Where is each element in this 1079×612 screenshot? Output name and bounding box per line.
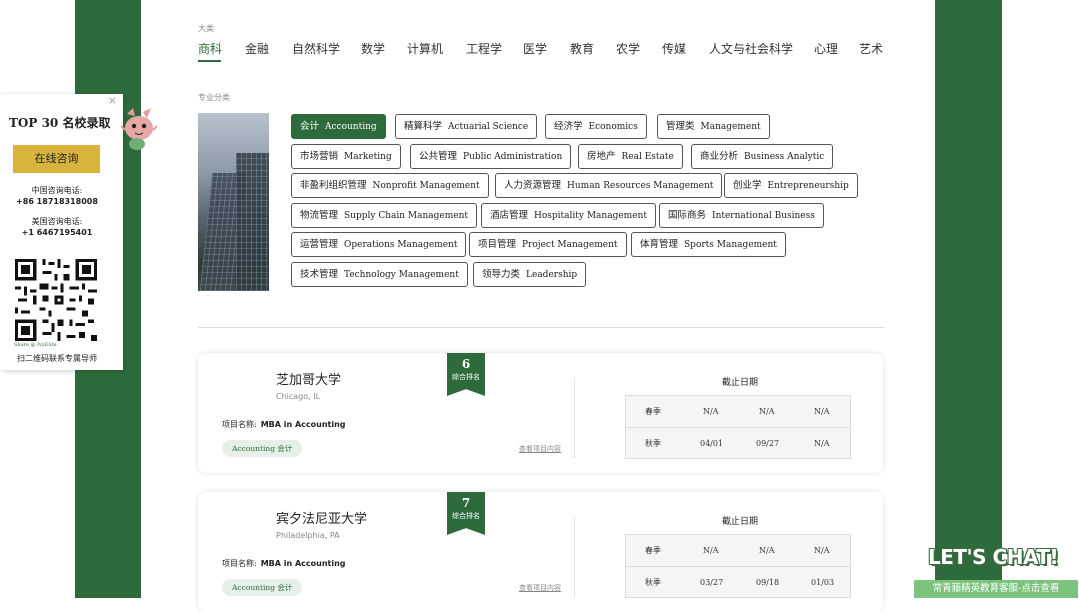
category-tab-finance[interactable]: 金融 — [245, 40, 269, 57]
rank-ribbon: 6 综合排名 — [447, 353, 485, 396]
major-chip-international-business[interactable]: 国际商务 International Business — [659, 203, 824, 228]
deadline-title: 截止日期 — [722, 378, 759, 388]
deadline-row-fall: 秋季 04/01 09/27 N/A — [626, 427, 850, 459]
program-name: 项目名称: MBA in Accounting — [222, 559, 346, 568]
category-tab-computer[interactable]: 计算机 — [407, 40, 443, 57]
major-chip-project-management[interactable]: 项目管理 Project Management — [469, 232, 627, 257]
right-green-band — [935, 0, 1002, 598]
deadline-row-spring: 春季 N/A N/A N/A — [645, 546, 830, 555]
category-tab-medicine[interactable]: 医学 — [523, 40, 547, 57]
deadline-table: 春季 N/A N/A N/A 秋季 03/27 09/18 01/03 — [625, 534, 851, 598]
major-chip-economics[interactable]: 经济学 Economics — [545, 114, 647, 139]
mascot-icon — [121, 108, 157, 150]
category-tab-education[interactable]: 教育 — [570, 40, 594, 57]
major-chip-leadership[interactable]: 领导力类 Leadership — [473, 262, 587, 287]
deadline-row-spring: 春季 N/A N/A N/A — [645, 407, 830, 416]
section-divider — [198, 327, 885, 328]
category-tab-natural-science[interactable]: 自然科学 — [292, 40, 340, 57]
major-chip-entrepreneurship[interactable]: 创业学 Entrepreneurship — [724, 173, 858, 198]
major-chip-nonprofit-management[interactable]: 非盈利组织管理 Nonprofit Management — [291, 173, 489, 198]
university-name[interactable]: 芝加哥大学 — [276, 369, 341, 388]
qr-watermark: Share @ IvyElite — [14, 342, 57, 348]
us-phone-number: +1 6467195401 — [21, 228, 93, 237]
major-chip-marketing[interactable]: 市场营销 Marketing — [291, 144, 401, 169]
major-tag: Accounting 会计 — [222, 579, 303, 596]
major-chip-public-administration[interactable]: 公共管理 Public Administration — [410, 144, 572, 169]
major-chip-actuarial-science[interactable]: 精算科学 Actuarial Science — [395, 114, 538, 139]
major-chip-hospitality[interactable]: 酒店管理 Hospitality Management — [481, 203, 656, 228]
category-tab-agriculture[interactable]: 农学 — [616, 40, 640, 57]
major-chip-business-analytic[interactable]: 商业分析 Business Analytic — [691, 144, 834, 169]
major-chip-management[interactable]: 管理类 Management — [657, 114, 770, 139]
card-divider — [574, 517, 575, 597]
major-chip-technology-management[interactable]: 技术管理 Technology Management — [291, 262, 468, 287]
major-chip-sports-management[interactable]: 体育管理 Sports Management — [631, 232, 786, 257]
category-tab-engineering[interactable]: 工程学 — [466, 40, 502, 57]
school-card: 宾夕法尼亚大学 Philadelphia, PA 项目名称: MBA in Acc… — [198, 492, 883, 612]
qr-caption-text: 扫二维码联系专属导师 — [17, 354, 97, 363]
rank-number: 6 — [461, 357, 471, 371]
major-chip-accounting[interactable]: 会计 Accounting — [291, 114, 386, 139]
category-tab-psychology[interactable]: 心理 — [814, 40, 838, 57]
program-name: 项目名称: MBA in Accounting — [222, 420, 346, 429]
panel-title: TOP 30 名校录取 — [9, 116, 111, 130]
category-tab-media[interactable]: 传媒 — [662, 40, 686, 57]
view-program-link[interactable]: 查看项目内容 — [519, 444, 561, 454]
cn-phone-number: +86 18718318008 — [16, 197, 98, 206]
major-chip-supply-chain[interactable]: 物流管理 Supply Chain Management — [291, 203, 478, 228]
category-tab-humanities[interactable]: 人文与社会科学 — [709, 40, 793, 57]
major-chip-human-resources[interactable]: 人力资源管理 Human Resources Management — [495, 173, 723, 198]
deadline-row-fall: 秋季 03/27 09/18 01/03 — [626, 566, 850, 598]
business-building-image — [198, 113, 269, 291]
rank-ribbon: 7 综合排名 — [447, 492, 485, 535]
consultation-panel: × TOP 30 名校录取 在线咨询 中国咨询电话: +86 187183180… — [0, 94, 123, 370]
deadline-table: 春季 N/A N/A N/A 秋季 04/01 09/27 N/A — [625, 395, 851, 459]
qr-code-icon — [12, 256, 100, 344]
rank-number: 7 — [461, 496, 471, 510]
deadline-title: 截止日期 — [722, 517, 759, 527]
view-program-link[interactable]: 查看项目内容 — [519, 583, 561, 593]
category-nav: 商科 金融 自然科学 数学 计算机 工程学 医学 教育 农学 传媒 人文与社会科… — [198, 40, 888, 64]
major-chip-real-estate[interactable]: 房地产 Real Estate — [578, 144, 683, 169]
university-location: Chicago, IL — [276, 392, 321, 401]
category-tab-math[interactable]: 数学 — [361, 40, 385, 57]
customer-service-bar[interactable]: 常青藤精英教育客服-点击查看 — [914, 580, 1078, 598]
close-icon[interactable]: × — [108, 94, 117, 107]
major-chip-operations[interactable]: 运营管理 Operations Management — [291, 232, 467, 257]
rank-label: 综合排名 — [452, 512, 480, 520]
major-tag: Accounting 会计 — [222, 440, 303, 457]
online-consult-button[interactable]: 在线咨询 — [13, 145, 100, 173]
card-divider — [574, 378, 575, 458]
category-tab-art[interactable]: 艺术 — [859, 40, 883, 57]
category-section-label: 大类 — [198, 24, 214, 33]
university-location: Philadelphia, PA — [276, 531, 340, 540]
rank-label: 综合排名 — [452, 373, 480, 381]
category-tab-business[interactable]: 商科 — [198, 40, 222, 57]
active-tab-underline — [198, 60, 221, 62]
us-phone-label: 美国咨询电话: — [31, 217, 83, 226]
university-name[interactable]: 宾夕法尼亚大学 — [276, 508, 367, 527]
cn-phone-label: 中国咨询电话: — [31, 186, 83, 195]
lets-chat-headline[interactable]: LET'S CHAT! — [928, 545, 1059, 569]
school-card: 芝加哥大学 Chicago, IL 项目名称: MBA in Accounting… — [198, 353, 883, 473]
major-section-label: 专业分类 — [198, 93, 230, 102]
